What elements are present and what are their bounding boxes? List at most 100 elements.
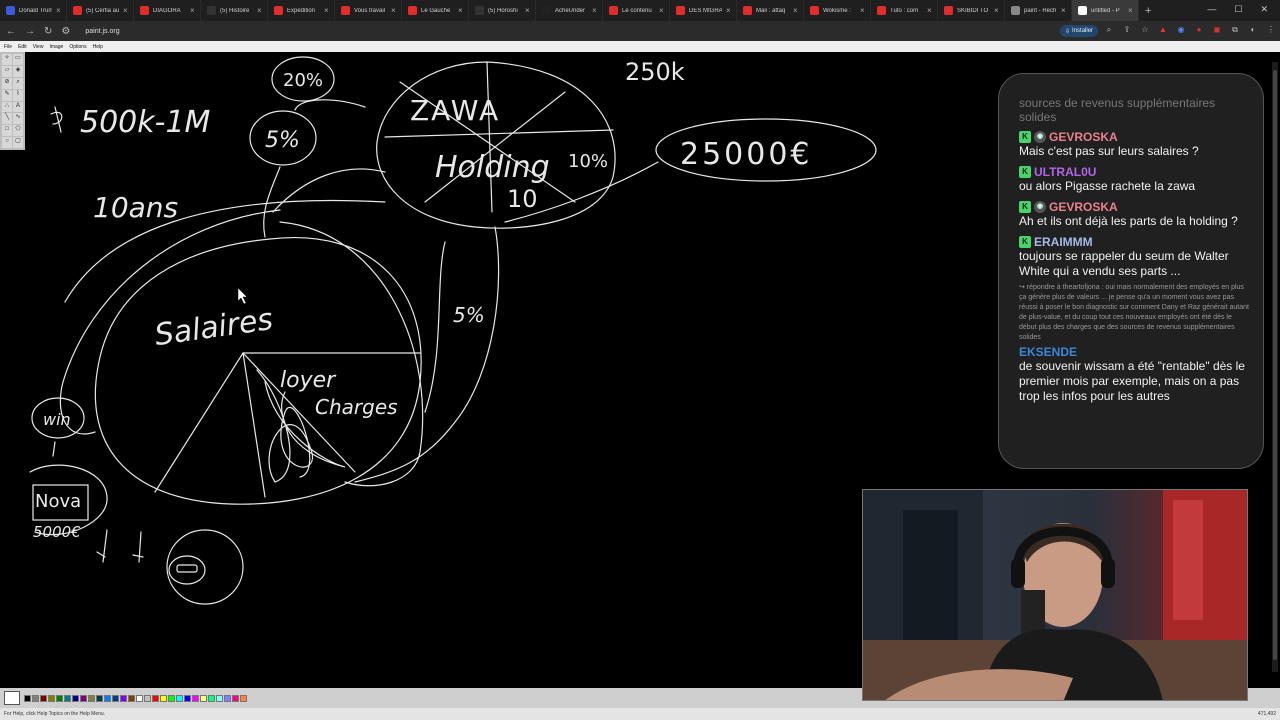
palette-swatch[interactable] (128, 694, 135, 702)
extension-mic-icon[interactable]: ● (1194, 25, 1204, 35)
menu-item[interactable]: Options (69, 44, 86, 50)
airbrush-icon[interactable]: ∴ (2, 101, 12, 113)
menu-item[interactable]: File (4, 44, 12, 50)
tab-close-icon[interactable]: × (860, 6, 866, 15)
select-icon[interactable]: ▭ (13, 54, 23, 65)
browser-tab[interactable]: Vous travail × (335, 0, 402, 21)
palette-swatch[interactable] (56, 694, 63, 702)
bookmark-star-icon[interactable]: ☆ (1140, 25, 1150, 35)
browser-tab[interactable]: Expédition × (268, 0, 335, 21)
palette-swatch[interactable] (24, 694, 31, 702)
tab-close-icon[interactable]: × (324, 6, 330, 15)
vertical-scrollbar[interactable] (1272, 62, 1278, 672)
browser-tab[interactable]: Donald Trump × (0, 0, 67, 21)
palette-swatch[interactable] (184, 694, 191, 702)
polygon-icon[interactable]: ⬠ (13, 125, 23, 137)
palette-swatch[interactable] (104, 694, 111, 702)
back-icon[interactable]: ← (6, 26, 16, 37)
palette-swatch[interactable] (120, 694, 127, 702)
rounded-rect-icon[interactable]: ▢ (13, 137, 23, 148)
menu-item[interactable]: Edit (18, 44, 27, 50)
palette-swatch[interactable] (32, 694, 39, 702)
menu-item[interactable]: Help (93, 44, 103, 50)
site-info-icon[interactable]: ⚙ (61, 26, 70, 37)
palette-swatch[interactable] (112, 694, 119, 702)
line-icon[interactable]: ╲ (2, 113, 12, 125)
palette-swatch[interactable] (168, 694, 175, 702)
free-select-icon[interactable]: ✧ (2, 54, 12, 65)
browser-tab[interactable]: paint - Rech × (1005, 0, 1072, 21)
palette-swatch[interactable] (144, 694, 151, 702)
browser-tab[interactable]: (5) Horoshi × (469, 0, 536, 21)
pick-color-icon[interactable]: ⊘ (2, 77, 12, 89)
text-tool-icon[interactable]: A (13, 101, 23, 113)
palette-swatch[interactable] (88, 694, 95, 702)
palette-swatch[interactable] (152, 694, 159, 702)
brush-icon[interactable]: ⌇ (13, 89, 23, 101)
browser-tab[interactable]: Wokisme : × (804, 0, 871, 21)
browser-tab[interactable]: (5) Histoire × (201, 0, 268, 21)
palette-swatch[interactable] (40, 694, 47, 702)
palette-swatch[interactable] (80, 694, 87, 702)
profile-icon[interactable]: ◐ (1248, 25, 1258, 35)
ellipse-icon[interactable]: ○ (2, 137, 12, 148)
browser-tab[interactable]: DIAGORA × (134, 0, 201, 21)
extensions-puzzle-icon[interactable]: ⧉ (1230, 25, 1240, 35)
tab-close-icon[interactable]: × (458, 6, 464, 15)
tab-close-icon[interactable]: × (592, 6, 598, 15)
palette-swatch[interactable] (64, 694, 71, 702)
tab-close-icon[interactable]: × (525, 6, 531, 15)
chat-username[interactable]: GEVROSKA (1049, 130, 1118, 144)
close-icon[interactable]: ✕ (1260, 4, 1268, 15)
browser-tab[interactable]: untitled - P × (1072, 0, 1139, 21)
tab-close-icon[interactable]: × (659, 6, 665, 15)
palette-swatch[interactable] (200, 694, 207, 702)
extension-rec-icon[interactable]: ◼ (1212, 25, 1222, 35)
browser-tab[interactable]: Le Gauche × (402, 0, 469, 21)
palette-swatch[interactable] (96, 694, 103, 702)
chat-username[interactable]: ULTRAL0U (1034, 165, 1096, 179)
browser-tab[interactable]: AcheUnder × (536, 0, 603, 21)
tab-close-icon[interactable]: × (1128, 6, 1134, 15)
browser-tab[interactable]: DES MIGRA × (670, 0, 737, 21)
tab-close-icon[interactable]: × (190, 6, 196, 15)
maximize-icon[interactable]: ☐ (1234, 4, 1242, 15)
palette-swatch[interactable] (72, 694, 79, 702)
reload-icon[interactable]: ↻ (44, 26, 52, 37)
browser-tab[interactable]: Le contenu × (603, 0, 670, 21)
palette-swatch[interactable] (216, 694, 223, 702)
browser-tab[interactable]: (5) Cerfia au × (67, 0, 134, 21)
menu-kebab-icon[interactable]: ⋮ (1266, 25, 1276, 35)
minimize-icon[interactable]: — (1207, 4, 1216, 15)
browser-tab[interactable]: SKIBIDI TO × (938, 0, 1005, 21)
extension-red-icon[interactable]: ▲ (1158, 25, 1168, 35)
url-field[interactable]: paint.js.org (85, 28, 119, 35)
chat-username[interactable]: GEVROSKA (1049, 200, 1118, 214)
tab-close-icon[interactable]: × (1061, 6, 1067, 15)
palette-swatch[interactable] (136, 694, 143, 702)
palette-swatch[interactable] (208, 694, 215, 702)
tab-close-icon[interactable]: × (56, 6, 62, 15)
browser-tab[interactable]: Mali : attaq × (737, 0, 804, 21)
tab-close-icon[interactable]: × (257, 6, 263, 15)
tab-close-icon[interactable]: × (391, 6, 397, 15)
pencil-icon[interactable]: ✎ (2, 89, 12, 101)
tab-close-icon[interactable]: × (793, 6, 799, 15)
menu-item[interactable]: View (33, 44, 44, 50)
install-button[interactable]: ⇩ Installer (1060, 25, 1099, 37)
palette-swatch[interactable] (160, 694, 167, 702)
palette-swatch[interactable] (224, 694, 231, 702)
new-tab-icon[interactable]: + (1145, 5, 1151, 17)
curve-icon[interactable]: ∿ (13, 113, 23, 125)
tab-close-icon[interactable]: × (726, 6, 732, 15)
palette-swatch[interactable] (192, 694, 199, 702)
menu-item[interactable]: Image (49, 44, 63, 50)
palette-swatch[interactable] (232, 694, 239, 702)
share-icon[interactable]: ⇪ (1122, 25, 1132, 35)
magnifier-icon[interactable]: ⌕ (13, 77, 23, 89)
forward-icon[interactable]: → (25, 26, 35, 37)
palette-swatch[interactable] (240, 694, 247, 702)
fill-icon[interactable]: ◈ (13, 65, 23, 77)
zoom-icon[interactable]: ⌕ (1104, 25, 1114, 35)
current-color[interactable] (4, 691, 20, 705)
